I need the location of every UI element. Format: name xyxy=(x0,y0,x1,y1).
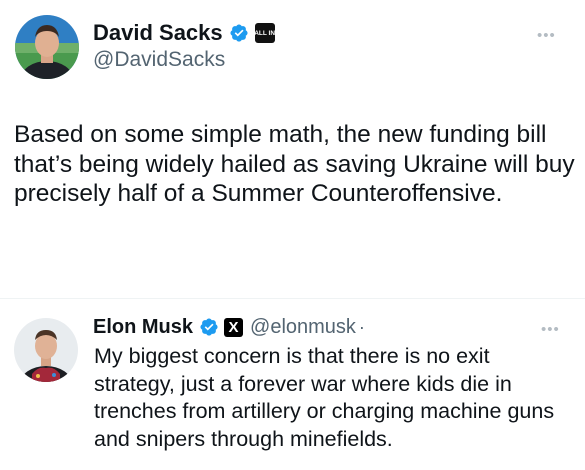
verified-badge-icon xyxy=(199,317,219,337)
affiliation-badge-label: ALL IN xyxy=(254,29,276,37)
separator-dot: · xyxy=(358,316,365,337)
reply-text: My biggest concern is that there is no e… xyxy=(94,344,555,451)
x-affiliation-badge[interactable]: X xyxy=(224,317,244,337)
avatar-elon-musk[interactable] xyxy=(14,318,78,382)
divider xyxy=(0,298,585,299)
tweet-text: Based on some simple math, the new fundi… xyxy=(14,121,575,207)
author-display-name[interactable]: David Sacks xyxy=(93,20,223,46)
reply-author-display-name[interactable]: Elon Musk xyxy=(93,316,193,339)
author-handle[interactable]: @DavidSacks xyxy=(93,48,225,72)
more-dots-icon[interactable]: ••• xyxy=(541,322,560,337)
verified-badge-icon xyxy=(229,23,249,43)
avatar-david-sacks[interactable] xyxy=(15,15,79,79)
reply-author-handle[interactable]: @elonmusk xyxy=(250,316,356,339)
tweet-author-row: David Sacks ALL IN xyxy=(93,18,275,48)
more-dots-icon[interactable]: ••• xyxy=(537,28,556,43)
affiliation-badge-label: X xyxy=(228,318,239,336)
all-in-affiliation-badge[interactable]: ALL IN xyxy=(254,23,276,43)
reply-author-row: Elon Musk X @elonmusk · xyxy=(93,314,365,340)
